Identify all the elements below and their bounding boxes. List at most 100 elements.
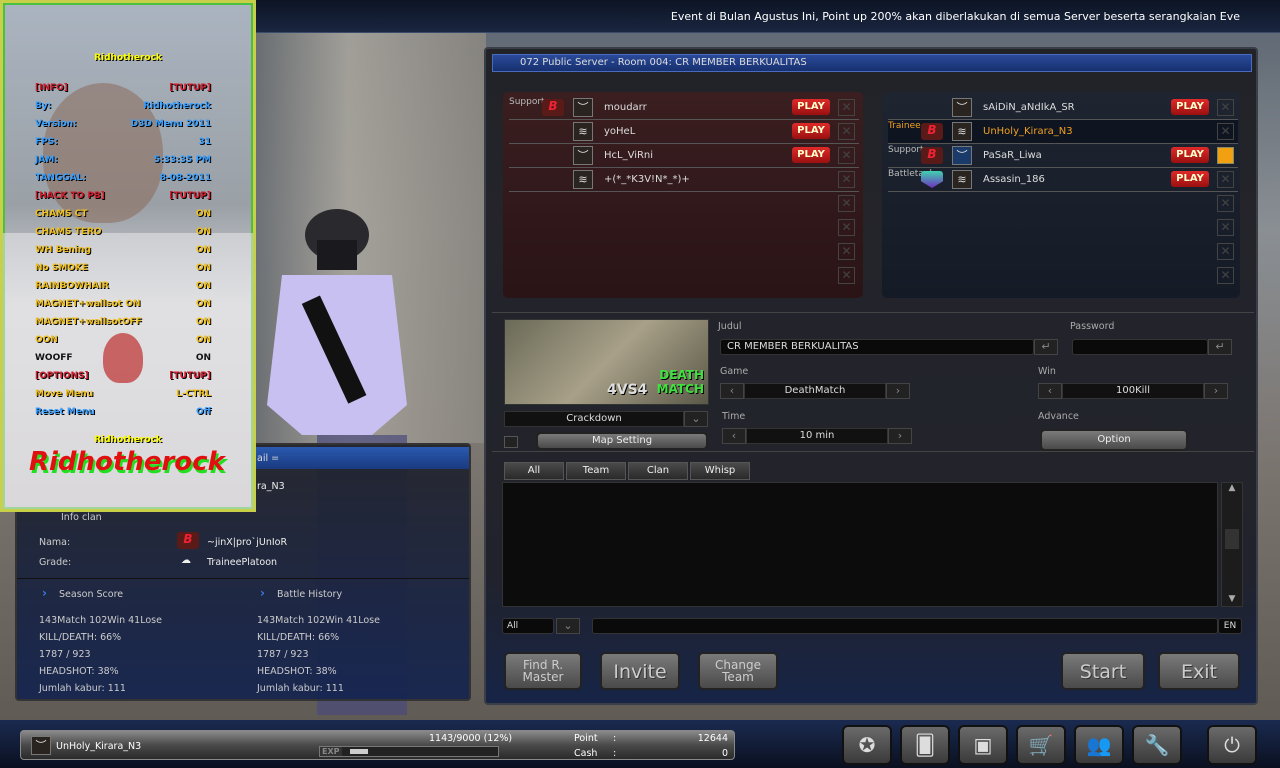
cash-label: Cash	[574, 748, 598, 759]
room-title: 072 Public Server - Room 004: CR MEMBER …	[492, 54, 1252, 72]
player-slot[interactable]: ≋ +(*_*K3V!N*_*)+ ✕	[509, 168, 859, 192]
chat-tab-whisp[interactable]: Whisp	[690, 462, 750, 480]
empty-slot[interactable]: ✕	[509, 216, 859, 240]
player-name[interactable]: moudarr	[604, 102, 647, 113]
kick-icon[interactable]: ✕	[838, 99, 855, 116]
kick-icon[interactable]: ✕	[838, 171, 855, 188]
cheat-menu-label: Move Menu	[35, 389, 94, 399]
shop-cart-icon[interactable]: 🛒	[1016, 725, 1066, 765]
close-slot-icon[interactable]: ✕	[1217, 243, 1234, 260]
kick-icon[interactable]: ✕	[1217, 171, 1234, 188]
chevron-down-icon[interactable]: ⌄	[684, 411, 708, 427]
rank-title: Battletank	[888, 169, 935, 179]
settings-wrench-icon[interactable]: 🔧	[1132, 725, 1182, 765]
arrow-left-icon[interactable]: ‹	[1038, 383, 1062, 399]
chat-tab-team[interactable]: Team	[566, 462, 626, 480]
room-title-input[interactable]: CR MEMBER BERKUALITAS	[720, 339, 1034, 355]
enter-icon[interactable]: ↵	[1208, 339, 1232, 355]
empty-slot[interactable]: ✕	[509, 240, 859, 264]
empty-slot[interactable]: ✕	[888, 240, 1238, 264]
language-indicator[interactable]: EN	[1218, 618, 1242, 634]
kick-icon[interactable]: ✕	[838, 147, 855, 164]
start-button[interactable]: Start	[1061, 652, 1145, 690]
player-name[interactable]: PaSaR_Liwa	[983, 150, 1042, 161]
map-select[interactable]: Crackdown	[504, 411, 684, 427]
kick-icon[interactable]: ✕	[838, 123, 855, 140]
time-label: Time	[722, 411, 746, 422]
cheat-menu-footer: Ridhotherock	[94, 435, 162, 445]
arrow-right-icon[interactable]: ›	[1204, 383, 1228, 399]
clan-emblem-icon[interactable]: ✪	[842, 725, 892, 765]
player-name[interactable]: UnHoly_Kirara_N3	[983, 126, 1073, 137]
cards-icon[interactable]: 🂠	[900, 725, 950, 765]
player-slot[interactable]: ≋ yoHeL PLAY ✕	[509, 120, 859, 144]
season-kills-deaths: 1787 / 923	[39, 649, 91, 660]
map-checkbox[interactable]	[504, 436, 518, 448]
chat-tab-clan[interactable]: Clan	[628, 462, 688, 480]
empty-slot[interactable]: ✕	[888, 216, 1238, 240]
close-slot-icon[interactable]: ✕	[1217, 219, 1234, 236]
arrow-right-icon[interactable]: ›	[888, 428, 912, 444]
empty-slot[interactable]: ✕	[509, 192, 859, 216]
power-icon[interactable]: ⏻	[1207, 725, 1257, 765]
inventory-bag-icon[interactable]: ▣	[958, 725, 1008, 765]
close-slot-icon[interactable]: ✕	[838, 243, 855, 260]
player-name[interactable]: Assasin_186	[983, 174, 1045, 185]
enter-icon[interactable]: ↵	[1034, 339, 1058, 355]
arrow-left-icon[interactable]: ‹	[722, 428, 746, 444]
exp-text: 1143/9000 (12%)	[429, 733, 513, 744]
option-button[interactable]: Option	[1040, 429, 1188, 451]
cheat-menu-value: Ridhotherock	[143, 101, 211, 111]
password-input[interactable]	[1072, 339, 1208, 355]
chat-channel-select[interactable]: All	[502, 618, 554, 634]
chat-tab-all[interactable]: All	[504, 462, 564, 480]
clan-mark-icon: B	[921, 123, 943, 140]
player-name[interactable]: yoHeL	[604, 126, 635, 137]
community-icon[interactable]: 👥	[1074, 725, 1124, 765]
separator: :	[613, 733, 617, 744]
exit-button[interactable]: Exit	[1158, 652, 1240, 690]
empty-slot[interactable]: ✕	[888, 192, 1238, 216]
kick-icon[interactable]: ✕	[1217, 99, 1234, 116]
player-slot[interactable]: Support B ︶ moudarr PLAY ✕	[509, 96, 859, 120]
player-slot[interactable]: SupportB ︶ PaSaR_Liwa PLAY ✕	[888, 144, 1238, 168]
chat-input[interactable]	[592, 618, 1218, 634]
close-slot-icon[interactable]: ✕	[838, 195, 855, 212]
change-team-button[interactable]: Change Team	[698, 652, 778, 690]
scroll-up-icon[interactable]: ▲	[1222, 483, 1242, 501]
close-slot-icon[interactable]: ✕	[838, 219, 855, 236]
season-headshot: HEADSHOT: 38%	[39, 666, 119, 677]
player-name[interactable]: HcL_ViRni	[604, 150, 653, 161]
cheat-menu-value: ON	[195, 335, 211, 345]
chevron-right-icon: ›	[260, 586, 265, 600]
close-slot-icon[interactable]: ✕	[1217, 195, 1234, 212]
game-mode-select[interactable]: DeathMatch	[744, 383, 886, 399]
player-slot[interactable]: BattletankB ≋ Assasin_186 PLAY ✕	[888, 168, 1238, 192]
chevron-down-icon[interactable]: ⌄	[556, 618, 580, 634]
close-slot-icon[interactable]: ✕	[1217, 267, 1234, 284]
cheat-menu-row: CHAMS CT ON	[35, 209, 211, 221]
player-name[interactable]: +(*_*K3V!N*_*)+	[604, 174, 690, 185]
invite-button[interactable]: Invite	[600, 652, 680, 690]
user-status-bar: ︶ UnHoly_Kirara_N3 1143/9000 (12%) EXP P…	[20, 730, 735, 760]
kick-icon[interactable]: ✕	[1217, 123, 1234, 140]
scroll-down-icon[interactable]: ▼	[1222, 594, 1242, 604]
empty-slot[interactable]: ✕	[888, 264, 1238, 288]
arrow-right-icon[interactable]: ›	[886, 383, 910, 399]
player-name[interactable]: sAiDiN_aNdIkA_SR	[983, 102, 1075, 113]
player-slot[interactable]: ︶ sAiDiN_aNdIkA_SR PLAY ✕	[888, 96, 1238, 120]
player-slot[interactable]: Trainee B ≋ UnHoly_Kirara_N3 ✕	[888, 120, 1238, 144]
ready-indicator-icon[interactable]: ✕	[1217, 147, 1234, 164]
find-room-master-button[interactable]: Find R. Master	[504, 652, 582, 690]
empty-slot[interactable]: ✕	[509, 264, 859, 288]
time-select[interactable]: 10 min	[746, 428, 888, 444]
arrow-left-icon[interactable]: ‹	[720, 383, 744, 399]
player-slot[interactable]: ︶ HcL_ViRni PLAY ✕	[509, 144, 859, 168]
chat-scrollbar[interactable]: ▲ ▼	[1221, 482, 1243, 607]
map-setting-button[interactable]: Map Setting	[536, 432, 708, 450]
rank-insignia-icon: ≋	[952, 122, 972, 141]
win-condition-select[interactable]: 100Kill	[1062, 383, 1204, 399]
close-slot-icon[interactable]: ✕	[838, 267, 855, 284]
scroll-thumb[interactable]	[1225, 529, 1239, 549]
cheat-menu-logo: Ridhotherock	[29, 447, 225, 477]
